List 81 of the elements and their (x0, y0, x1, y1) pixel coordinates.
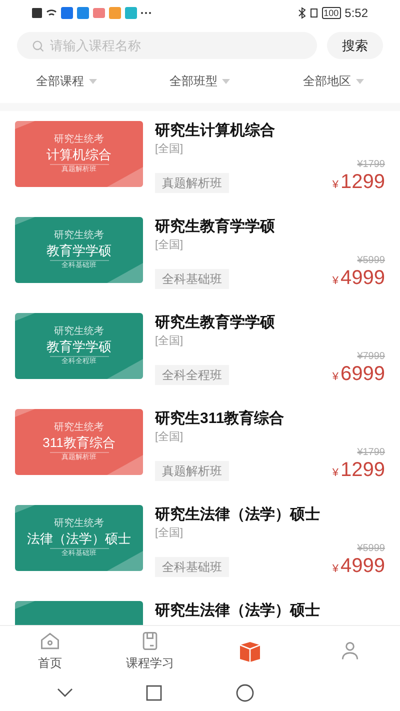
course-title: 研究生教育学学硕 (155, 218, 276, 236)
course-title: 研究生法律（法学）硕士 (155, 506, 321, 524)
course-region: [全国] (155, 430, 184, 444)
corner-stripe (15, 505, 35, 513)
course-price: 4999 (340, 267, 385, 289)
person-icon (339, 640, 361, 662)
status-time: 5:52 (344, 5, 368, 22)
corner-stripe (15, 313, 35, 321)
original-price: ¥7999 (357, 351, 385, 363)
course-region: [全国] (155, 334, 184, 348)
class-type-tag: 全科全程班 (155, 364, 229, 384)
corner-stripe (15, 217, 35, 225)
back-icon[interactable] (56, 688, 73, 698)
bluetooth-icon (298, 7, 306, 19)
alert-icon (32, 8, 42, 18)
original-price: ¥1799 (357, 159, 385, 171)
battery-level: 100 (322, 7, 341, 19)
course-price: 6999 (340, 363, 385, 385)
cover-title: 法律（法学）硕士 (27, 530, 131, 548)
original-price: ¥5999 (357, 543, 385, 555)
class-type-tag: 全科基础班 (155, 268, 229, 288)
filter-dropdown[interactable]: 全部课程 (36, 72, 98, 90)
course-price: 1299 (340, 459, 385, 481)
cover-title: 教育学学硕 (46, 338, 112, 356)
corner-stripe (107, 359, 143, 379)
original-price: ¥1799 (357, 447, 385, 459)
app-icon (61, 7, 73, 19)
course-title: 研究生计算机综合 (155, 122, 276, 140)
caret-icon (222, 78, 230, 84)
class-type-tag: 真题解析班 (155, 460, 229, 480)
search-field[interactable]: 请输入课程名称 (17, 32, 317, 59)
cover-title: 311教育综合 (42, 434, 116, 452)
corner-stripe (107, 167, 143, 187)
tab-bar-item[interactable]: 课程学习 (100, 626, 200, 675)
search-icon (31, 38, 45, 52)
cover-title: 计算机综合 (46, 146, 112, 164)
cover-exam: 研究生统考 (54, 517, 104, 530)
wifi-icon (46, 9, 57, 17)
search-input[interactable]: 请输入课程名称 (50, 36, 303, 56)
vibrate-icon (310, 8, 318, 18)
corner-stripe (107, 551, 143, 571)
cover-title: 教育学学硕 (46, 242, 112, 260)
cover-exam: 研究生统考 (54, 133, 104, 146)
tab-bar-item[interactable]: 首页 (0, 626, 100, 675)
home-circle-icon[interactable] (236, 684, 254, 702)
corner-stripe (15, 121, 35, 129)
currency-sign: ¥ (332, 562, 338, 577)
currency-sign: ¥ (332, 370, 338, 385)
app-icon (77, 7, 89, 19)
course-region: [全国] (155, 142, 184, 156)
cover-exam: 研究生统考 (54, 421, 104, 434)
corner-stripe (15, 601, 35, 609)
cover-exam: 研究生统考 (54, 229, 104, 242)
course-title: 研究生教育学学硕 (155, 314, 276, 332)
corner-stripe (107, 263, 143, 283)
search-button[interactable]: 搜索 (327, 32, 383, 59)
app-icon (109, 7, 121, 19)
course-price: 1299 (340, 171, 385, 193)
currency-sign: ¥ (332, 466, 338, 481)
filter-dropdown[interactable]: 全部班型 (169, 72, 230, 90)
recents-icon[interactable] (146, 685, 162, 701)
corner-stripe (107, 455, 143, 475)
app-icon (125, 7, 137, 19)
course-region: [全国] (155, 526, 184, 540)
caret-icon (356, 78, 364, 84)
cover-exam: 研究生统考 (54, 325, 104, 338)
box-icon (238, 640, 262, 662)
class-type-tag: 真题解析班 (155, 172, 229, 192)
mail-icon (93, 8, 105, 18)
class-type-tag: 全科基础班 (155, 556, 229, 576)
corner-stripe (15, 409, 35, 417)
course-card[interactable]: 研究生法律（法学）硕士 (0, 601, 400, 625)
currency-sign: ¥ (332, 178, 338, 193)
course-region: [全国] (155, 238, 184, 252)
course-price: 4999 (340, 555, 385, 577)
course-title: 研究生法律（法学）硕士 (155, 602, 321, 620)
course-title: 研究生311教育综合 (155, 410, 286, 428)
currency-sign: ¥ (332, 274, 338, 289)
caret-icon (89, 78, 98, 84)
filter-dropdown[interactable]: 全部地区 (302, 72, 364, 90)
original-price: ¥5999 (357, 255, 385, 267)
